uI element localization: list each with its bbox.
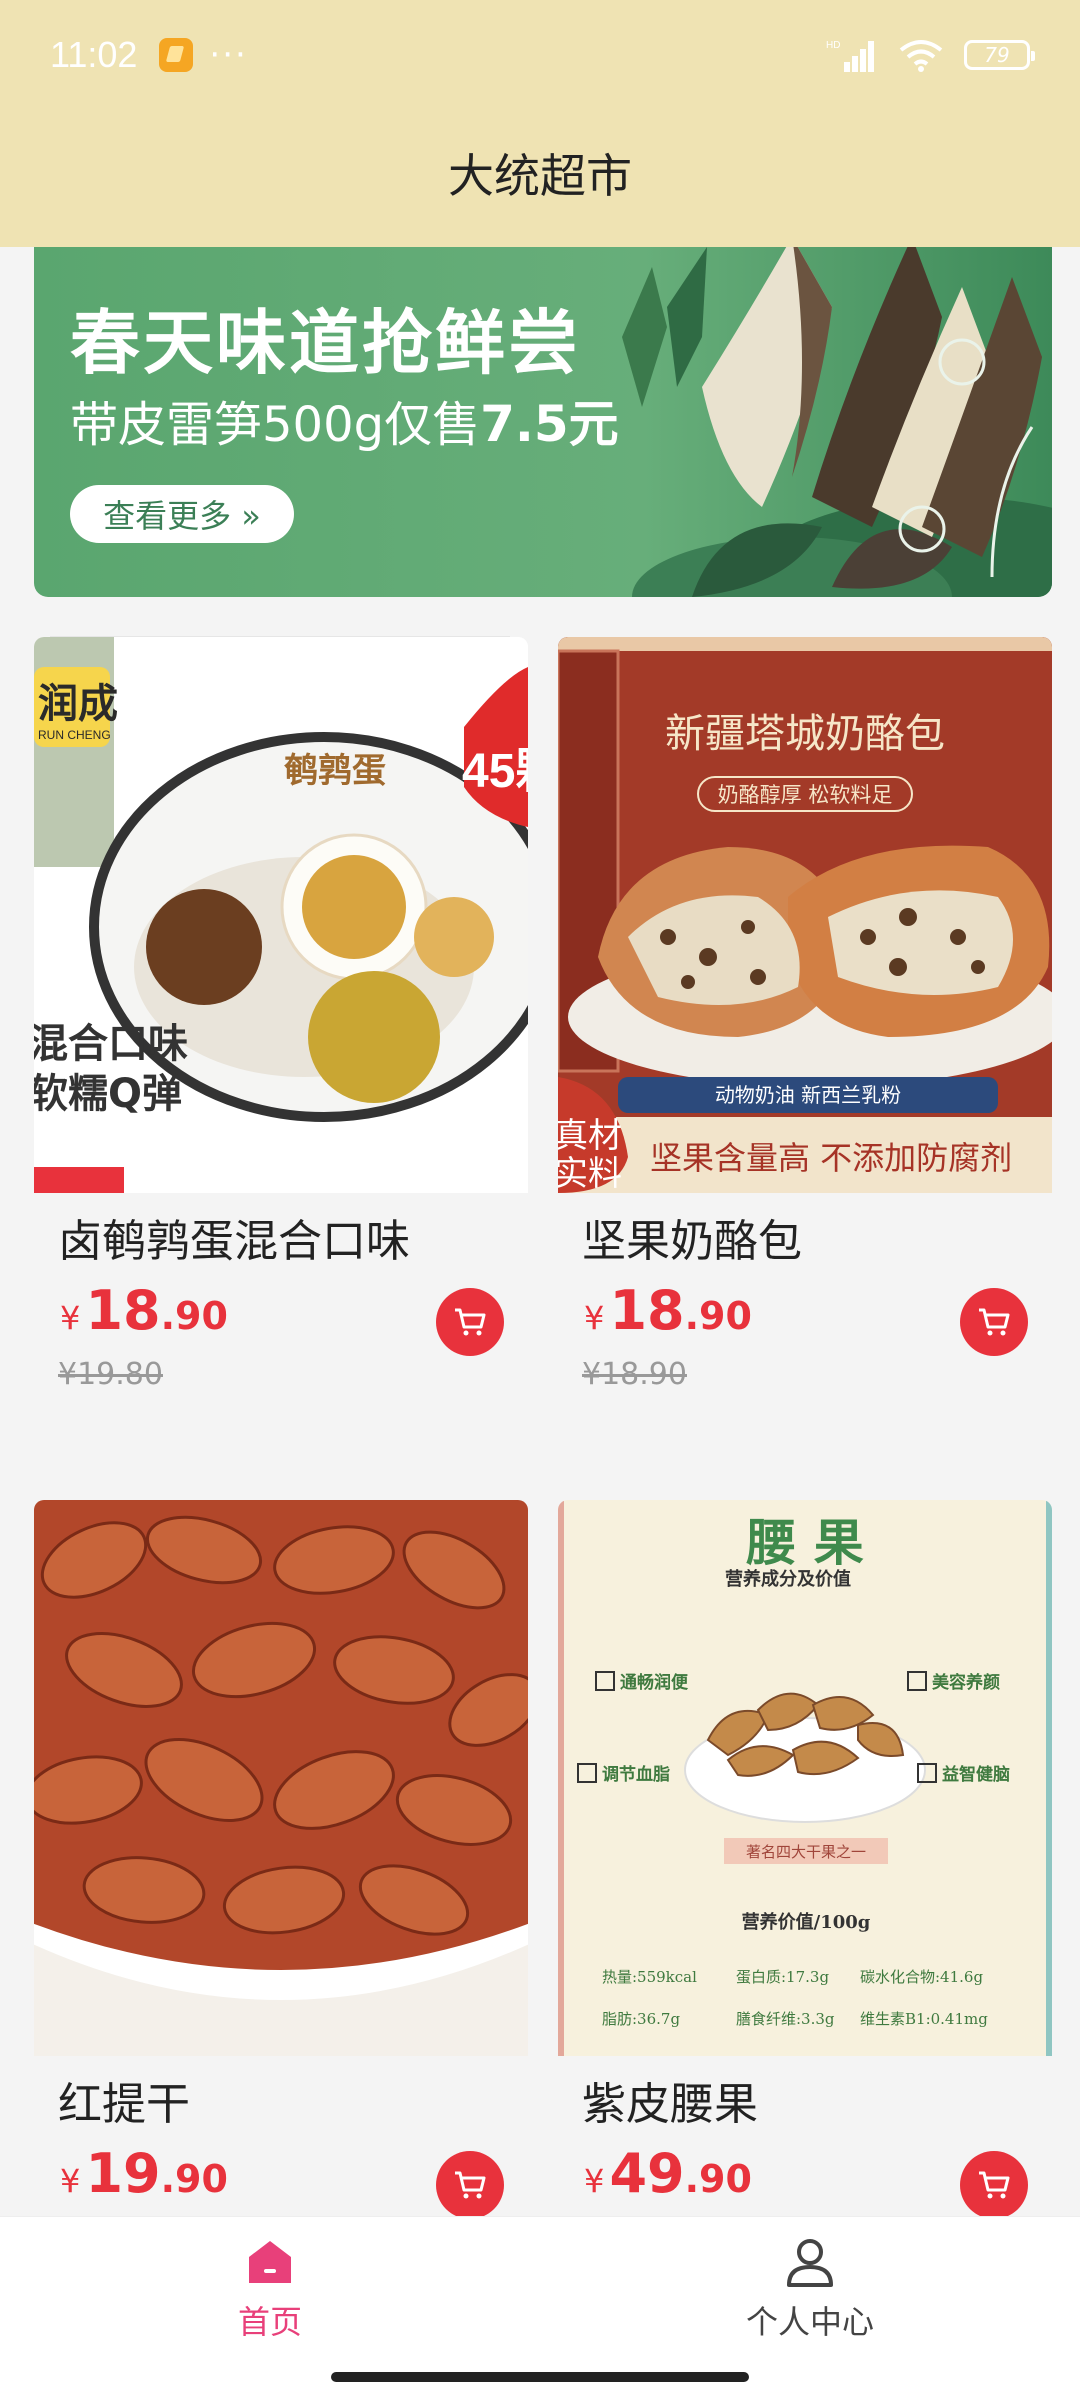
price-integer: 18: [609, 1279, 685, 1342]
banner-title: 春天味道抢鲜尝: [70, 302, 581, 384]
add-to-cart-button[interactable]: [960, 1288, 1028, 1356]
product-image[interactable]: 润成 RUN CHENG 鹌鹑蛋 45颗 混合口味 软糯Q弹: [34, 637, 528, 1193]
cheese-bread-illustration: 新疆塔城奶酪包 奶酪醇厚 松软料足 动物奶油 新西兰乳粉 真材 实料 坚果含量高…: [558, 637, 1052, 1193]
tab-profile-label: 个人中心: [745, 2303, 874, 2341]
product-image[interactable]: [34, 1500, 528, 2056]
image-subtitle: 营养成分及价值: [725, 1568, 851, 1590]
image-left-text2: 实料: [558, 1154, 622, 1193]
original-price: ¥18.90: [582, 1357, 687, 1392]
flavor-text: 混合口味: [34, 1021, 188, 1067]
product-price: ¥ 49.90: [584, 2142, 752, 2205]
cashew-infographic: 腰 果 营养成分及价值 通畅润便 美容养颜 调节血脂 益智健脑 著名四大干果之一…: [558, 1500, 1052, 2056]
product-name: 紫皮腰果: [582, 2079, 758, 2130]
price-decimal: .90: [684, 1294, 752, 1338]
benefit-2: 美容养颜: [932, 1672, 1000, 1693]
quail-egg-illustration: 润成 RUN CHENG 鹌鹑蛋 45颗 混合口味 软糯Q弹: [34, 637, 528, 1193]
price-decimal: .90: [160, 2157, 228, 2201]
signal-icon: HD: [826, 40, 874, 72]
product-card[interactable]: 红提干 ¥ 19.90: [34, 1500, 528, 2216]
price-decimal: .90: [684, 2157, 752, 2201]
product-card[interactable]: 腰 果 营养成分及价值 通畅润便 美容养颜 调节血脂 益智健脑 著名四大干果之一…: [558, 1500, 1052, 2216]
brand-en-text: RUN CHENG: [38, 728, 111, 742]
price-decimal: .90: [160, 1294, 228, 1338]
tab-home[interactable]: 首页: [170, 2235, 370, 2343]
pack-text: 鹌鹑蛋: [284, 751, 386, 791]
product-card[interactable]: 新疆塔城奶酪包 奶酪醇厚 松软料足 动物奶油 新西兰乳粉 真材 实料 坚果含量高…: [558, 637, 1052, 1437]
add-to-cart-button[interactable]: [436, 1288, 504, 1356]
benefit-1: 通畅润便: [620, 1672, 689, 1693]
promo-banner[interactable]: 春天味道抢鲜尝 带皮雷笋500g仅售7.5元 查看更多 »: [34, 247, 1052, 597]
product-price: ¥ 18.90: [60, 1279, 228, 1342]
home-icon: [249, 2241, 291, 2283]
nutrition-title: 营养价值/100g: [742, 1911, 871, 1933]
currency-symbol: ¥: [60, 2162, 81, 2200]
benefit-3: 调节血脂: [602, 1764, 670, 1785]
original-price: ¥19.80: [58, 1357, 163, 1392]
cart-icon: [979, 2171, 1010, 2199]
raisin-illustration: [34, 1500, 528, 2056]
more-notifications-icon: ···: [209, 35, 248, 75]
image-bottom-text: 坚果含量高 不添加防腐剂: [650, 1139, 1012, 1177]
tab-profile[interactable]: 个人中心: [710, 2235, 910, 2343]
home-indicator[interactable]: [331, 2372, 749, 2382]
status-time: 11:02: [50, 34, 138, 75]
product-name: 坚果奶酪包: [582, 1216, 802, 1267]
currency-symbol: ¥: [584, 1299, 605, 1337]
cart-icon: [455, 1308, 486, 1336]
add-to-cart-button[interactable]: [436, 2151, 504, 2216]
currency-symbol: ¥: [60, 1299, 81, 1337]
nutrition-1: 热量:559kcal: [602, 1968, 697, 1986]
nutrition-6: 维生素B1:0.41mg: [860, 2010, 988, 2028]
product-card[interactable]: 润成 RUN CHENG 鹌鹑蛋 45颗 混合口味 软糯Q弹 卤鹌鹑蛋混合口味 …: [34, 637, 528, 1437]
product-name: 红提干: [58, 2079, 190, 2130]
banner-subtitle-text: 带皮雷笋500g仅售: [70, 397, 481, 453]
status-bar: 11:02 ··· HD 79: [50, 30, 1035, 80]
nutrition-2: 蛋白质:17.3g: [736, 1968, 829, 1986]
price-integer: 18: [85, 1279, 161, 1342]
image-badge: 著名四大干果之一: [746, 1843, 866, 1861]
product-image[interactable]: 腰 果 营养成分及价值 通畅润便 美容养颜 调节血脂 益智健脑 著名四大干果之一…: [558, 1500, 1052, 2056]
image-ribbon: 动物奶油 新西兰乳粉: [715, 1083, 901, 1107]
currency-symbol: ¥: [584, 2162, 605, 2200]
image-tag: 奶酪醇厚 松软料足: [718, 783, 893, 807]
notification-app-icon: [159, 38, 194, 72]
svg-text:HD: HD: [826, 40, 840, 51]
count-text: 45颗: [462, 745, 528, 798]
app-screen: 11:02 ··· HD 79 大统超市 春天味道抢鲜尝 带皮雷笋500g仅售7…: [0, 0, 1080, 2400]
top-bar: 11:02 ··· HD 79 大统超市: [0, 0, 1080, 247]
price-integer: 19: [85, 2142, 161, 2205]
nutrition-5: 膳食纤维:3.3g: [736, 2010, 835, 2028]
banner-subtitle-price: 7.5元: [480, 395, 619, 453]
product-image[interactable]: 新疆塔城奶酪包 奶酪醇厚 松软料足 动物奶油 新西兰乳粉 真材 实料 坚果含量高…: [558, 637, 1052, 1193]
battery-level: 79: [984, 43, 1010, 67]
price-integer: 49: [609, 2142, 685, 2205]
cart-icon: [455, 2171, 486, 2199]
add-to-cart-button[interactable]: [960, 2151, 1028, 2216]
product-name: 卤鹌鹑蛋混合口味: [58, 1216, 410, 1267]
nutrition-4: 脂肪:36.7g: [602, 2010, 680, 2028]
nutrition-3: 碳水化合物:41.6g: [860, 1968, 983, 1986]
banner-more-button[interactable]: 查看更多 »: [70, 485, 294, 543]
page-title: 大统超市: [448, 149, 632, 203]
product-price: ¥ 18.90: [584, 1279, 752, 1342]
texture-text: 软糯Q弹: [34, 1071, 182, 1117]
product-price: ¥ 19.90: [60, 2142, 228, 2205]
cart-icon: [979, 1308, 1010, 1336]
image-title: 新疆塔城奶酪包: [665, 711, 945, 757]
battery-icon: 79: [964, 40, 1035, 70]
benefit-4: 益智健脑: [942, 1764, 1010, 1785]
wifi-icon: [899, 40, 943, 72]
user-icon: [787, 2239, 833, 2287]
tab-home-label: 首页: [237, 2303, 302, 2341]
image-left-text: 真材: [558, 1116, 622, 1156]
banner-subtitle: 带皮雷笋500g仅售7.5元: [70, 384, 619, 456]
brand-text: 润成: [38, 681, 118, 727]
image-title: 腰 果: [746, 1513, 863, 1572]
